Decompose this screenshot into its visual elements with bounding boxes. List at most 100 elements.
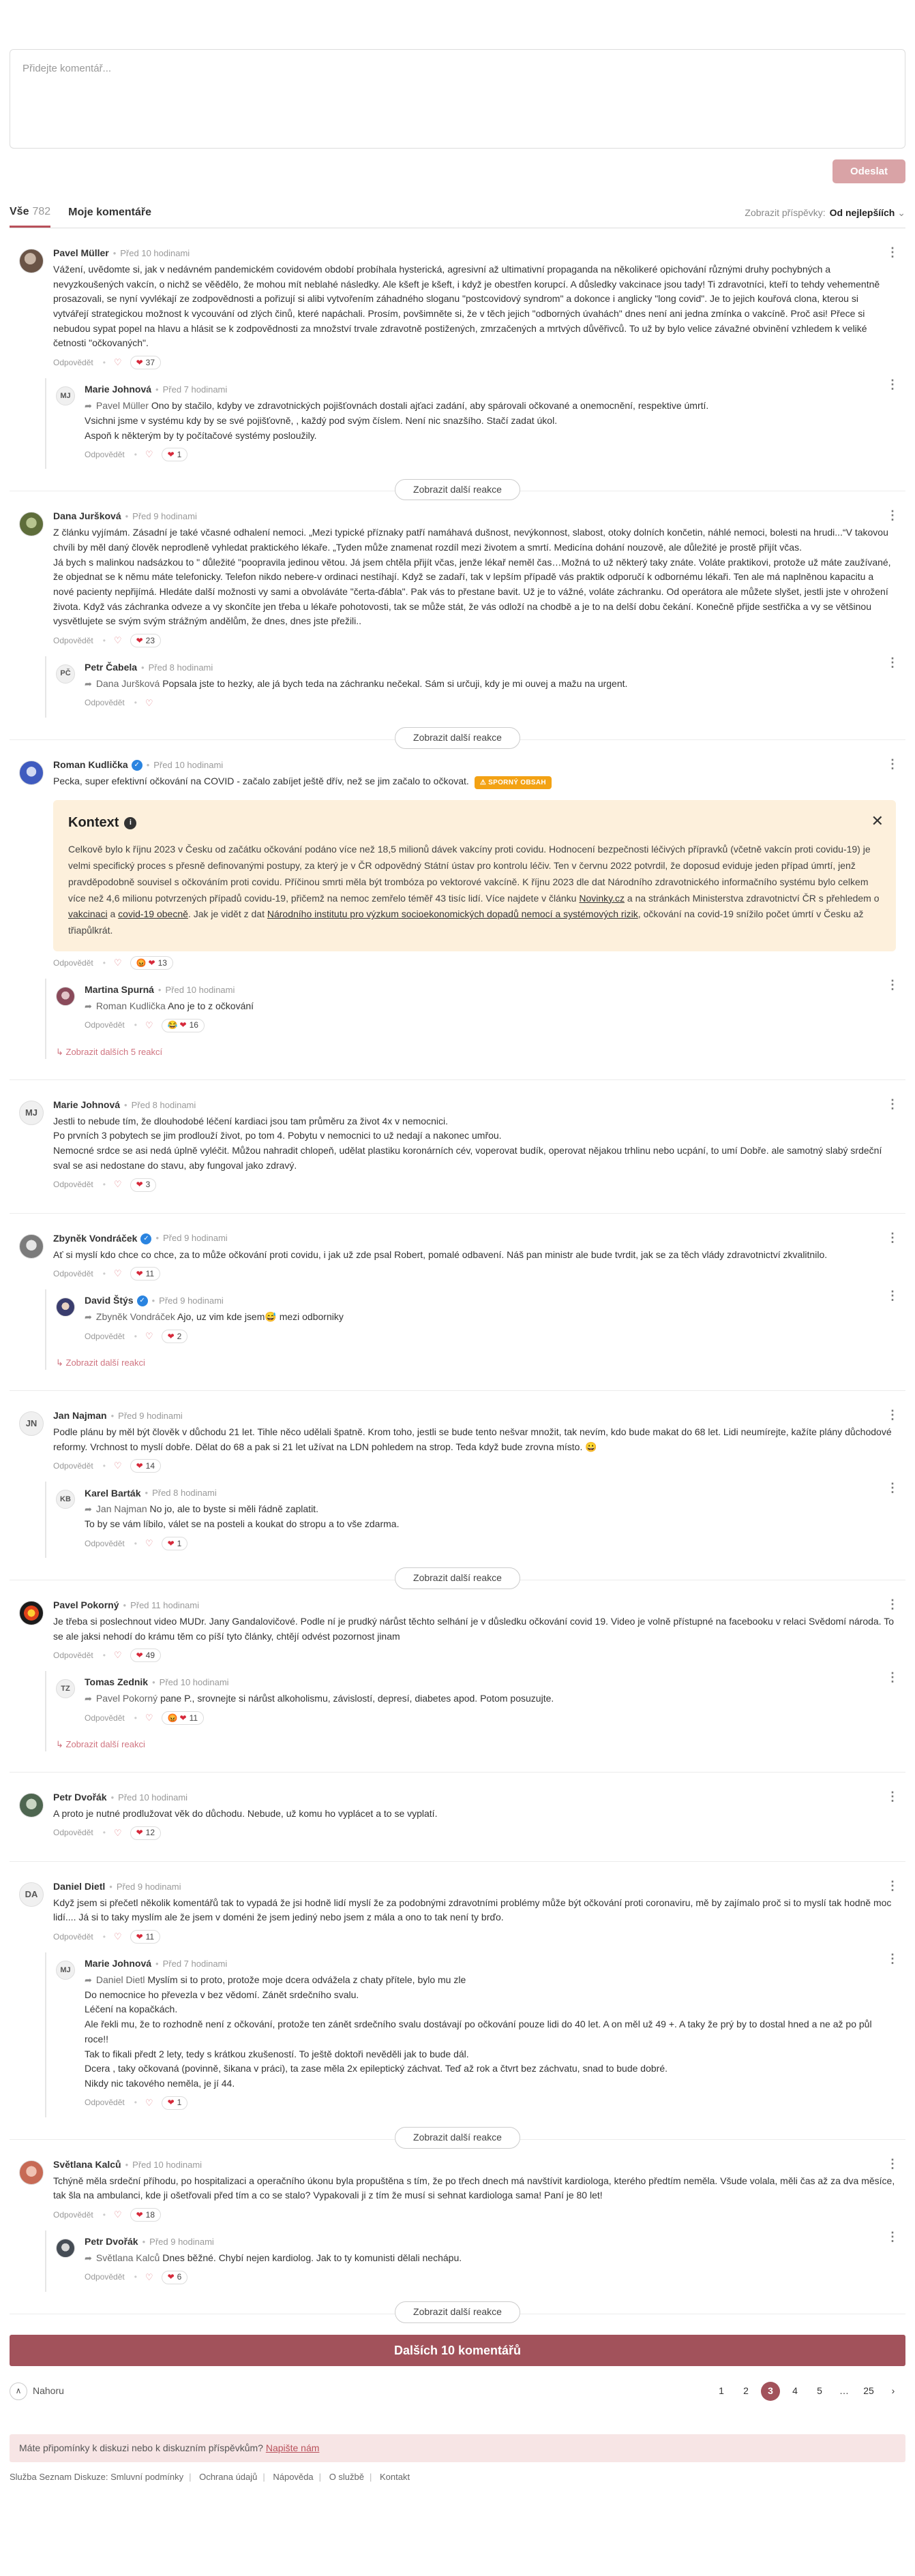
footer-link-terms[interactable]: Smluvní podmínky — [110, 2472, 183, 2482]
reply-button[interactable]: Odpovědět — [53, 957, 93, 970]
footer-link-contact[interactable]: Kontakt — [380, 2472, 410, 2482]
like-button[interactable]: ♡ — [145, 1537, 153, 1550]
likes-count[interactable]: ❤ 6 — [161, 2270, 188, 2284]
like-button[interactable]: ♡ — [114, 1649, 122, 1662]
avatar[interactable]: MJ — [19, 1100, 44, 1125]
likes-count[interactable]: ❤ 1 — [161, 2096, 188, 2110]
avatar[interactable] — [19, 1233, 44, 1259]
more-options-icon[interactable]: ⋮ — [886, 378, 899, 390]
like-button[interactable]: ♡ — [145, 2096, 153, 2110]
load-more-comments-button[interactable]: Dalších 10 komentářů — [10, 2334, 905, 2366]
send-button[interactable]: Odeslat — [832, 159, 905, 183]
footer-link-help[interactable]: Nápověda — [273, 2472, 313, 2482]
likes-count[interactable]: ❤ 3 — [130, 1178, 157, 1192]
more-options-icon[interactable]: ⋮ — [886, 1952, 899, 1965]
comment-author[interactable]: Marie Johnová — [85, 1957, 151, 1972]
like-button[interactable]: ♡ — [145, 1711, 153, 1725]
comment-author[interactable]: Tomas Zednik — [85, 1675, 148, 1690]
avatar[interactable] — [19, 249, 44, 273]
avatar[interactable] — [19, 2160, 44, 2185]
tab-all[interactable]: Vše 782 — [10, 198, 51, 228]
more-options-icon[interactable]: ⋮ — [886, 1289, 899, 1302]
avatar[interactable] — [19, 1793, 44, 1818]
reply-button[interactable]: Odpovědět — [85, 1537, 125, 1550]
more-options-icon[interactable]: ⋮ — [886, 1790, 899, 1803]
more-options-icon[interactable]: ⋮ — [886, 2158, 899, 2170]
reply-button[interactable]: Odpovědět — [85, 2096, 125, 2109]
likes-count[interactable]: 😡 ❤ 13 — [130, 955, 173, 970]
reply-button[interactable]: Odpovědět — [85, 696, 125, 709]
avatar[interactable]: KB — [56, 1490, 75, 1509]
comment-author[interactable]: Roman Kudlička — [53, 758, 128, 773]
like-button[interactable]: ♡ — [145, 1330, 153, 1343]
comment-author[interactable]: Marie Johnová — [85, 382, 151, 397]
more-options-icon[interactable]: ⋮ — [886, 656, 899, 669]
likes-count[interactable]: ❤ 11 — [130, 1267, 161, 1281]
like-button[interactable]: ♡ — [145, 448, 153, 461]
show-more-replies-link[interactable]: Zobrazit další reakci — [56, 1356, 896, 1370]
more-options-icon[interactable]: ⋮ — [886, 1880, 899, 1892]
avatar[interactable] — [19, 512, 44, 537]
comment-author[interactable]: Zbyněk Vondráček — [53, 1231, 137, 1246]
avatar[interactable]: MJ — [56, 386, 75, 406]
more-options-icon[interactable]: ⋮ — [886, 1231, 899, 1244]
likes-count[interactable]: ❤ 14 — [130, 1459, 161, 1473]
likes-count[interactable]: ❤ 49 — [130, 1649, 161, 1663]
like-button[interactable]: ♡ — [114, 956, 122, 970]
like-button[interactable]: ♡ — [114, 2208, 122, 2222]
page-2[interactable]: 2 — [736, 2382, 755, 2401]
more-options-icon[interactable]: ⋮ — [886, 1671, 899, 1683]
comment-author[interactable]: David Štýs — [85, 1293, 134, 1308]
context-link-vakcinace[interactable]: vakcinaci — [68, 908, 108, 919]
close-icon[interactable]: ✕ — [871, 810, 884, 833]
context-link-novinky[interactable]: Novinky.cz — [579, 893, 625, 904]
tab-my-comments[interactable]: Moje komentáře — [68, 198, 151, 228]
likes-count[interactable]: 😡 ❤ 11 — [161, 1711, 205, 1725]
like-button[interactable]: ♡ — [114, 356, 122, 369]
avatar[interactable] — [19, 1600, 44, 1625]
avatar[interactable]: PČ — [56, 664, 75, 684]
sort-select[interactable]: Zobrazit příspěvky: Od nejlepšíích ⌄ — [745, 206, 905, 221]
comment-author[interactable]: Marie Johnová — [53, 1098, 120, 1113]
likes-count[interactable]: ❤ 1 — [161, 1536, 188, 1550]
reply-button[interactable]: Odpovědět — [85, 1330, 125, 1343]
avatar[interactable]: TZ — [56, 1679, 75, 1699]
avatar[interactable]: DA — [19, 1882, 44, 1907]
comment-input[interactable]: Přidejte komentář... — [10, 49, 905, 149]
info-icon[interactable]: i — [124, 816, 137, 829]
likes-count[interactable]: ❤ 12 — [130, 1826, 161, 1840]
more-options-icon[interactable]: ⋮ — [886, 1098, 899, 1110]
more-options-icon[interactable]: ⋮ — [886, 509, 899, 521]
likes-count[interactable]: 😂 ❤ 16 — [161, 1018, 205, 1032]
reply-button[interactable]: Odpovědět — [85, 1019, 125, 1032]
show-more-replies-link[interactable]: Zobrazit dalších 5 reakcí — [56, 1045, 896, 1059]
like-button[interactable]: ♡ — [114, 1826, 122, 1840]
reply-button[interactable]: Odpovědět — [85, 1712, 125, 1725]
feedback-link[interactable]: Napište nám — [266, 2442, 320, 2453]
disputed-content-badge[interactable]: ⚠ SPORNÝ OBSAH — [474, 776, 552, 790]
like-button[interactable]: ♡ — [114, 1267, 122, 1281]
comment-author[interactable]: Petr Dvořák — [53, 1790, 107, 1805]
comment-author[interactable]: Karel Barták — [85, 1486, 141, 1501]
reply-button[interactable]: Odpovědět — [53, 1649, 93, 1662]
page-4[interactable]: 4 — [785, 2382, 805, 2401]
context-link-covid[interactable]: covid-19 obecně — [118, 908, 188, 919]
page-25[interactable]: 25 — [859, 2382, 878, 2401]
like-button[interactable]: ♡ — [145, 1019, 153, 1032]
comment-author[interactable]: Petr Čabela — [85, 660, 137, 675]
more-options-icon[interactable]: ⋮ — [886, 1409, 899, 1421]
reply-button[interactable]: Odpovědět — [53, 1268, 93, 1281]
reply-button[interactable]: Odpovědět — [53, 1826, 93, 1839]
comment-author[interactable]: Pavel Müller — [53, 246, 109, 261]
like-button[interactable]: ♡ — [114, 1459, 122, 1473]
more-options-icon[interactable]: ⋮ — [886, 1482, 899, 1494]
reply-button[interactable]: Odpovědět — [85, 2271, 125, 2284]
reply-button[interactable]: Odpovědět — [53, 1178, 93, 1191]
reply-button[interactable]: Odpovědět — [53, 1931, 93, 1944]
likes-count[interactable]: ❤ 18 — [130, 2207, 161, 2222]
reply-button[interactable]: Odpovědět — [53, 356, 93, 369]
likes-count[interactable]: ❤ 37 — [130, 356, 161, 370]
page-5[interactable]: 5 — [810, 2382, 829, 2401]
likes-count[interactable]: ❤ 23 — [130, 634, 161, 647]
likes-count[interactable]: ❤ 11 — [130, 1930, 161, 1944]
